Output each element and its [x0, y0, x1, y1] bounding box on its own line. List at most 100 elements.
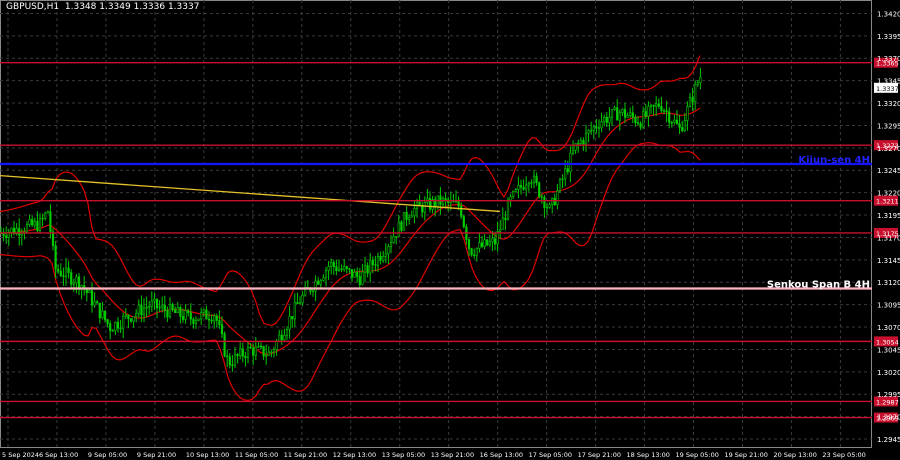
candle-body — [241, 348, 244, 357]
y-tick-label: 1.3295 — [877, 122, 900, 130]
candle-body — [213, 315, 216, 322]
candle-body — [124, 314, 127, 317]
candle-body — [480, 242, 484, 247]
x-tick-label: 11 Sep 21:00 — [284, 451, 327, 459]
candle-body — [153, 298, 156, 302]
candle-body — [142, 307, 146, 316]
x-tick-label: 20 Sep 13:00 — [773, 451, 816, 459]
candle-body — [298, 302, 302, 305]
candle-body — [444, 198, 447, 201]
candle-body — [119, 327, 122, 330]
candle-body — [610, 109, 614, 118]
candle-body — [527, 183, 530, 186]
horizontal-levels: 1.33651.32731.32111.31751.30541.29871.29… — [0, 57, 899, 423]
candle-body — [410, 215, 413, 218]
candle-body — [556, 190, 559, 206]
candle-body — [561, 178, 564, 180]
candle-body — [587, 130, 590, 134]
candle-body — [296, 302, 299, 305]
candle-body — [603, 117, 606, 122]
candle-body — [366, 265, 369, 274]
candle-body — [228, 356, 231, 366]
candle-body — [67, 267, 70, 273]
y-tick-label: 1.3395 — [877, 33, 900, 41]
candle-body — [340, 268, 343, 271]
x-tick-label: 23 Sep 05:00 — [822, 451, 865, 459]
candle-body — [46, 211, 49, 214]
candle-body — [233, 354, 237, 366]
candle-body — [564, 168, 567, 180]
candle-body — [127, 314, 130, 320]
candle-body — [57, 268, 60, 272]
candle-body — [566, 168, 569, 172]
candle-body — [545, 206, 549, 209]
y-tick-label: 1.3370 — [877, 55, 900, 63]
candle-body — [166, 310, 169, 318]
candle-body — [202, 309, 205, 313]
candle-body — [636, 122, 640, 124]
candle-body — [384, 253, 387, 257]
candle-body — [621, 109, 624, 113]
candle-body — [577, 142, 580, 145]
candle-body — [150, 300, 153, 307]
candle-body — [33, 220, 36, 226]
candle-body — [252, 347, 255, 356]
candle-body — [148, 305, 151, 308]
candle-body — [116, 321, 120, 329]
candle-body — [369, 260, 372, 274]
candle-body — [553, 197, 556, 206]
candle-body — [59, 270, 62, 276]
candle-body — [486, 239, 489, 246]
y-tick-label: 1.2970 — [877, 414, 900, 422]
candle-body — [236, 354, 239, 357]
candle-body — [688, 97, 692, 107]
candle-body — [168, 304, 172, 318]
candle-body — [54, 245, 57, 270]
candle-body — [699, 76, 702, 83]
y-tick-label: 1.2945 — [877, 436, 900, 444]
bollinger-upper — [0, 55, 701, 326]
candle-body — [106, 319, 109, 324]
x-tick-label: 6 Sep 13:00 — [39, 451, 78, 459]
candle-body — [103, 310, 107, 320]
y-tick-label: 1.3420 — [877, 10, 900, 18]
bollinger-lower — [0, 142, 701, 402]
candle-body — [231, 364, 234, 367]
candle-body — [267, 351, 270, 356]
candle-body — [330, 262, 333, 267]
candle-body — [158, 306, 161, 309]
candle-body — [140, 304, 143, 316]
candle-body — [210, 319, 213, 322]
candle-body — [470, 248, 473, 256]
candle-body — [75, 276, 78, 284]
candle-body — [36, 220, 39, 231]
candle-body — [374, 264, 377, 266]
candle-body — [618, 112, 621, 121]
candle-body — [223, 333, 226, 357]
candle-body — [85, 288, 88, 294]
candle-body — [335, 266, 338, 271]
candle-body — [70, 272, 73, 285]
candle-body — [616, 107, 619, 121]
candle-body — [382, 256, 385, 261]
candle-body — [522, 186, 525, 190]
candle-body — [652, 104, 655, 107]
candle-body — [5, 235, 8, 238]
candle-body — [605, 117, 608, 123]
candle-body — [353, 271, 356, 278]
candle-body — [642, 111, 645, 128]
candle-body — [582, 140, 585, 145]
candle-body — [88, 290, 91, 294]
candle-body — [686, 106, 689, 121]
candle-body — [363, 265, 367, 273]
candle-body — [275, 340, 278, 350]
candle-body — [441, 198, 445, 205]
price-chart: 1.33651.32731.32111.31751.30541.29871.29… — [0, 0, 900, 459]
candle-body — [655, 103, 658, 107]
candle-body — [280, 334, 283, 341]
candle-body — [379, 256, 382, 261]
candle-body — [457, 200, 460, 207]
candle-body — [532, 175, 536, 183]
y-tick-label: 1.3220 — [877, 190, 900, 198]
candle-body — [327, 266, 330, 271]
